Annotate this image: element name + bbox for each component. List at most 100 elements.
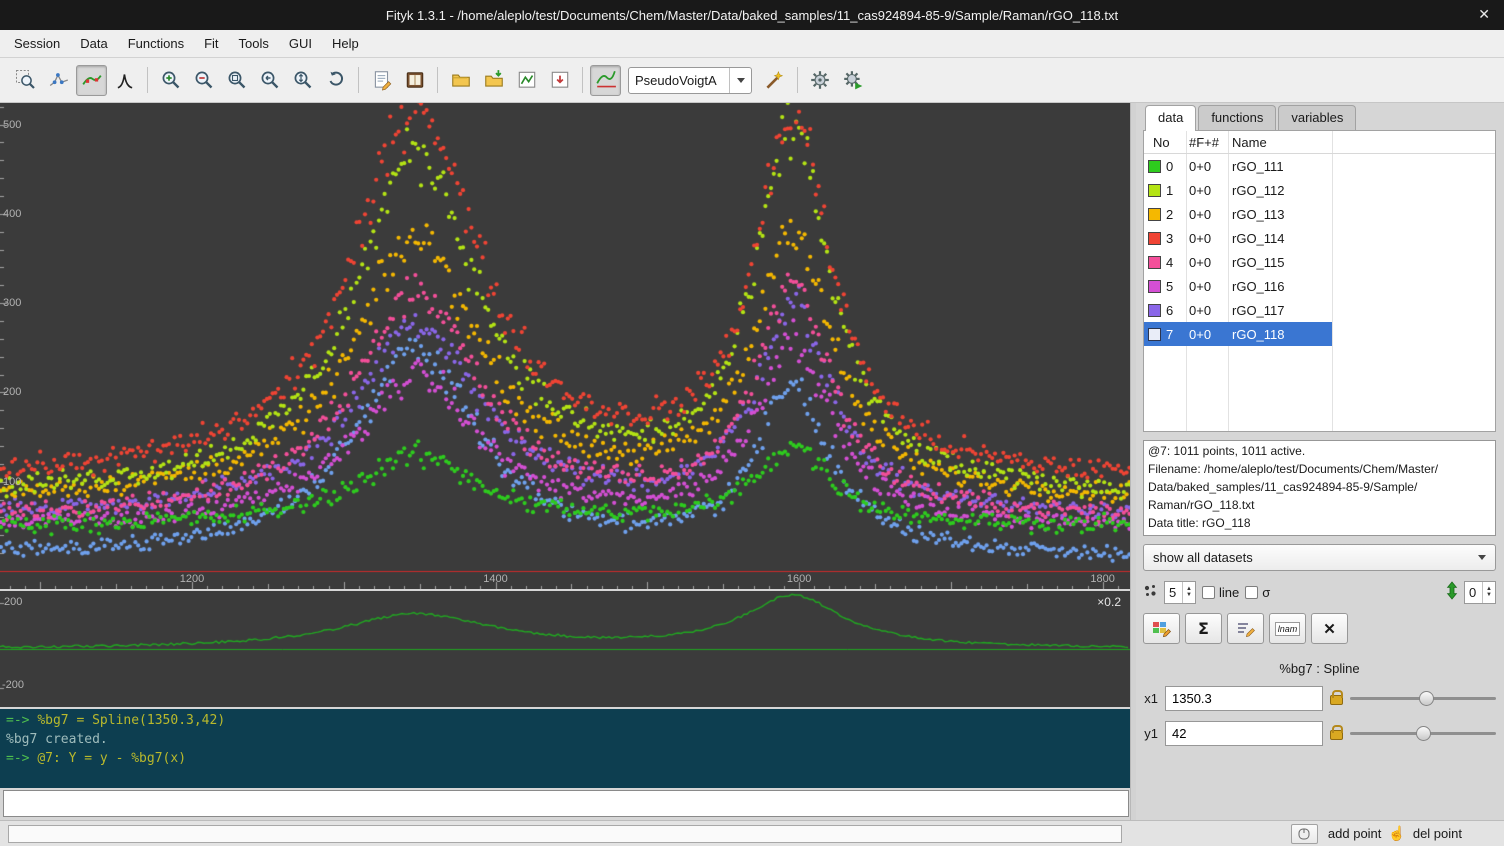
dataset-color-swatch[interactable] xyxy=(1148,184,1161,197)
log-view-button[interactable] xyxy=(399,65,430,96)
chevron-down-icon xyxy=(1478,555,1486,560)
table-row[interactable]: 50+0rGO_116 xyxy=(1144,274,1332,298)
dataset-func-count: 0+0 xyxy=(1186,327,1228,342)
toolbar-separator xyxy=(147,67,148,93)
sigma-checkbox[interactable] xyxy=(1245,586,1258,599)
baseline-mode-button[interactable] xyxy=(76,65,107,96)
rename-icon: lnam xyxy=(1275,622,1301,636)
param-x1-slider[interactable] xyxy=(1350,691,1496,706)
table-row[interactable]: 20+0rGO_113 xyxy=(1144,202,1332,226)
command-input[interactable] xyxy=(3,790,1129,817)
dataset-color-swatch[interactable] xyxy=(1148,280,1161,293)
dataset-func-count: 0+0 xyxy=(1186,207,1228,222)
shift-spinner[interactable]: 0 ▲▼ xyxy=(1464,581,1496,604)
dataset-color-swatch[interactable] xyxy=(1148,208,1161,221)
function-type-combo[interactable]: PseudoVoigtA xyxy=(628,67,752,94)
script-edit-button[interactable] xyxy=(366,65,397,96)
toolbar-separator xyxy=(797,67,798,93)
append-data-button[interactable] xyxy=(478,65,509,96)
add-peak-mode-button[interactable] xyxy=(109,65,140,96)
table-row[interactable]: 00+0rGO_111 xyxy=(1144,154,1332,178)
table-row[interactable]: 60+0rGO_117 xyxy=(1144,298,1332,322)
main-plot[interactable]: 5004003002001001200140016001800 xyxy=(0,103,1130,589)
add-point-hint: add point xyxy=(1328,826,1382,841)
menu-gui[interactable]: GUI xyxy=(279,31,322,56)
save-plot-button[interactable] xyxy=(511,65,542,96)
menu-functions[interactable]: Functions xyxy=(118,31,194,56)
slider-handle[interactable] xyxy=(1419,691,1434,706)
dataset-color-swatch[interactable] xyxy=(1148,304,1161,317)
menu-session[interactable]: Session xyxy=(4,31,70,56)
menu-fit[interactable]: Fit xyxy=(194,31,228,56)
point-size-spinner[interactable]: 5 ▲▼ xyxy=(1164,581,1196,604)
zoom-out-icon xyxy=(193,69,215,91)
edit-function-button[interactable] xyxy=(1227,613,1264,644)
fit-settings-button[interactable] xyxy=(838,65,869,96)
run-fit-button[interactable] xyxy=(805,65,836,96)
close-icon[interactable]: ✕ xyxy=(1478,6,1490,23)
zoom-vertical-button[interactable] xyxy=(287,65,318,96)
zoom-out-button[interactable] xyxy=(188,65,219,96)
param-y1-slider[interactable] xyxy=(1350,726,1496,741)
menu-data[interactable]: Data xyxy=(70,31,117,56)
dataset-color-swatch[interactable] xyxy=(1148,256,1161,269)
dataset-func-count: 0+0 xyxy=(1186,303,1228,318)
sidebar-buttons-row: Σ lnam ✕ xyxy=(1143,613,1496,644)
tab-variables[interactable]: variables xyxy=(1278,105,1356,131)
dataset-name: rGO_111 xyxy=(1228,159,1284,174)
export-data-button[interactable] xyxy=(544,65,575,96)
slider-handle[interactable] xyxy=(1416,726,1431,741)
aux-y-bottom-label: -200 xyxy=(2,679,24,691)
column-name: Name xyxy=(1228,135,1267,150)
auto-add-function-button[interactable] xyxy=(759,65,790,96)
dataset-name: rGO_117 xyxy=(1228,303,1285,318)
dataset-color-swatch[interactable] xyxy=(1148,328,1161,341)
dataset-color-swatch[interactable] xyxy=(1148,232,1161,245)
tab-data[interactable]: data xyxy=(1145,105,1196,131)
spinner-arrows-icon[interactable]: ▲▼ xyxy=(1182,582,1195,603)
menu-help[interactable]: Help xyxy=(322,31,369,56)
dataset-color-swatch[interactable] xyxy=(1148,160,1161,173)
sidebar-tabs: datafunctionsvariables xyxy=(1143,105,1496,131)
table-row[interactable]: 10+0rGO_112 xyxy=(1144,178,1332,202)
tab-functions[interactable]: functions xyxy=(1198,105,1276,131)
table-row[interactable]: 40+0rGO_115 xyxy=(1144,250,1332,274)
toolbar-separator xyxy=(437,67,438,93)
line-checkbox[interactable] xyxy=(1202,586,1215,599)
zoom-previous-button[interactable] xyxy=(254,65,285,96)
param-x1-input[interactable] xyxy=(1165,686,1323,711)
sum-datasets-button[interactable]: Σ xyxy=(1185,613,1222,644)
lock-icon[interactable] xyxy=(1330,730,1343,740)
param-y1-row: y1 xyxy=(1143,720,1496,746)
main-plot-canvas[interactable] xyxy=(0,103,1130,589)
info-line: Raman/rGO_118.txt xyxy=(1148,496,1491,514)
toolbar-separator xyxy=(358,67,359,93)
y-tick-label: 100 xyxy=(3,476,21,488)
open-data-button[interactable] xyxy=(445,65,476,96)
delete-dataset-button[interactable]: ✕ xyxy=(1311,613,1348,644)
mouse-hints: add point ☝ del point xyxy=(1328,825,1462,842)
aux-plot[interactable]: 200 -200 ×0.2 xyxy=(0,591,1130,707)
param-y1-input[interactable] xyxy=(1165,721,1323,746)
strip-background-button[interactable] xyxy=(590,65,621,96)
table-row[interactable]: 30+0rGO_114 xyxy=(1144,226,1332,250)
mouse-hints-button[interactable] xyxy=(1291,824,1318,844)
spinner-arrows-icon[interactable]: ▲▼ xyxy=(1482,582,1495,603)
console-prompt: =-> xyxy=(6,713,37,728)
table-row[interactable]: 70+0rGO_118 xyxy=(1144,322,1332,346)
zoom-select-mode-button[interactable] xyxy=(10,65,41,96)
dataset-filter-combo[interactable]: show all datasets xyxy=(1143,544,1496,571)
zoom-in-icon xyxy=(160,69,182,91)
data-info-box[interactable]: @7: 1011 points, 1011 active.Filename: /… xyxy=(1143,440,1496,536)
aux-plot-canvas[interactable] xyxy=(0,591,1130,707)
rename-dataset-button[interactable]: lnam xyxy=(1269,613,1306,644)
data-edit-mode-button[interactable] xyxy=(43,65,74,96)
fit-vertical-icon[interactable] xyxy=(1446,581,1458,603)
lock-icon[interactable] xyxy=(1330,695,1343,705)
zoom-in-button[interactable] xyxy=(155,65,186,96)
zoom-whole-button[interactable] xyxy=(221,65,252,96)
menu-tools[interactable]: Tools xyxy=(229,31,279,56)
dataset-func-count: 0+0 xyxy=(1186,159,1228,174)
zoom-undo-button[interactable] xyxy=(320,65,351,96)
edit-data-button[interactable] xyxy=(1143,613,1180,644)
